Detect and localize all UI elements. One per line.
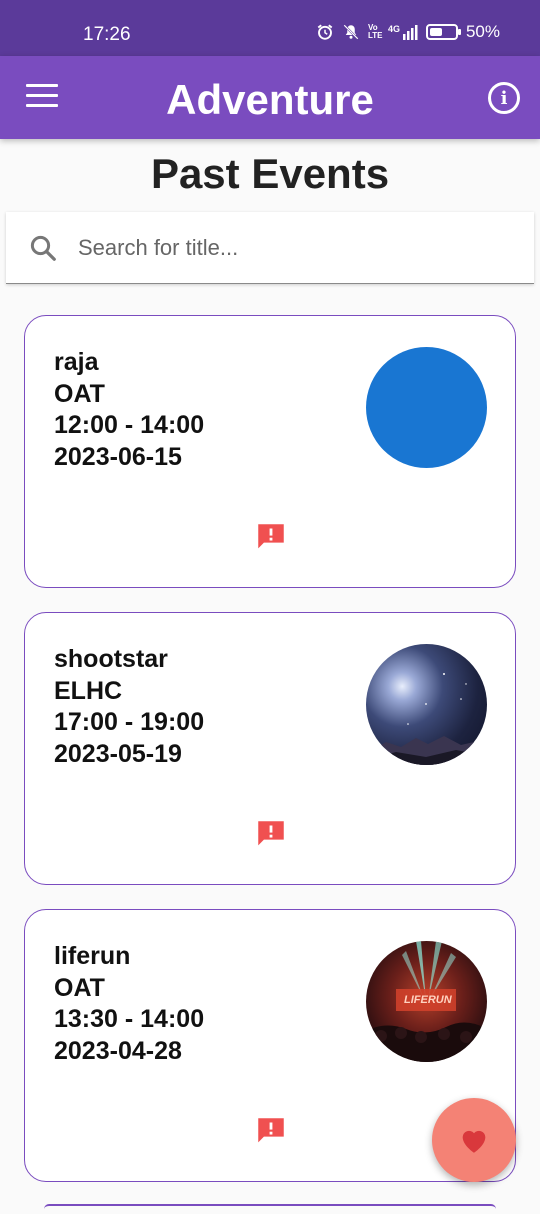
favorite-button[interactable] <box>432 1098 516 1182</box>
event-details: shootstar ELHC 17:00 - 19:00 2023-05-19 <box>54 644 204 770</box>
info-icon[interactable]: i <box>488 82 520 114</box>
report-icon[interactable] <box>254 1114 288 1148</box>
network-type-icon: 4G <box>388 24 418 40</box>
battery-percent: 50% <box>465 22 500 41</box>
heart-icon <box>462 1130 486 1153</box>
status-icons: Vo LTE 4G 50% <box>316 22 500 42</box>
event-details: raja OAT 12:00 - 14:00 2023-06-15 <box>54 347 204 473</box>
event-date: 2023-04-28 <box>54 1036 182 1065</box>
event-date: 2023-06-15 <box>54 442 182 471</box>
search-bar <box>6 212 534 284</box>
status-bar: 17:26 Vo LTE 4G 50% <box>0 0 540 56</box>
info-glyph: i <box>500 87 508 109</box>
event-venue: ELHC <box>54 676 123 705</box>
event-time: 13:30 - 14:00 <box>54 1005 205 1033</box>
mute-icon <box>342 23 360 41</box>
page-title: Past Events <box>150 150 390 197</box>
event-details: liferun OAT 13:30 - 14:00 2023-04-28 <box>54 941 204 1067</box>
event-title: raja <box>54 348 99 376</box>
event-title: liferun <box>54 942 131 970</box>
alarm-icon <box>316 23 334 41</box>
event-title: shootstar <box>54 645 168 673</box>
report-icon[interactable] <box>254 520 288 554</box>
event-venue: OAT <box>54 973 105 1002</box>
search-icon <box>28 233 58 263</box>
status-time: 17:26 <box>83 24 131 45</box>
app-title: Adventure <box>166 76 374 123</box>
event-image <box>366 644 487 765</box>
battery-icon <box>425 24 461 40</box>
event-date: 2023-05-19 <box>54 739 182 768</box>
app-bar: Adventure i <box>0 56 540 139</box>
search-input[interactable] <box>78 234 498 261</box>
event-venue: OAT <box>54 379 105 408</box>
signal-icon <box>402 25 418 40</box>
event-image <box>366 347 487 468</box>
network-label: 4G <box>387 24 400 34</box>
event-time: 17:00 - 19:00 <box>54 708 205 736</box>
event-image: LIFERUN <box>366 941 487 1062</box>
event-card[interactable]: shootstar ELHC 17:00 - 19:00 2023-05-19 <box>24 612 516 885</box>
event-card[interactable]: raja OAT 12:00 - 14:00 2023-06-15 <box>24 315 516 588</box>
event-time: 12:00 - 14:00 <box>54 411 205 439</box>
event-image-text: LIFERUN <box>404 994 452 1006</box>
volte-icon: Vo LTE <box>367 23 383 40</box>
report-icon[interactable] <box>254 817 288 851</box>
